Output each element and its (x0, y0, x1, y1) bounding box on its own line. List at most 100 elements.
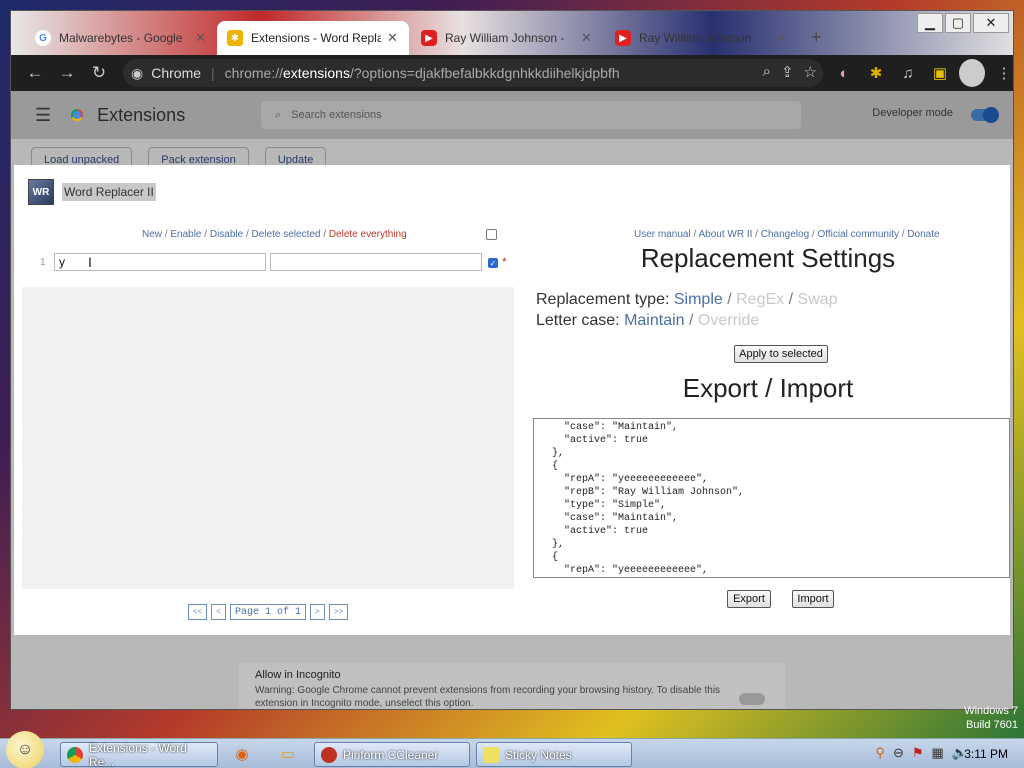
chrome-logo-icon (67, 105, 88, 125)
chrome-logo-icon: ◉ (131, 64, 144, 81)
tab-malwarebytes[interactable]: G Malwarebytes - Google ✕ (25, 21, 217, 55)
next-page-button[interactable]: > (310, 604, 325, 620)
folder-icon[interactable]: ▭ (276, 743, 300, 765)
tab-ray-william-johnson-1[interactable]: ▶ Ray William Johnson - ✕ (411, 21, 603, 55)
taskbar-item-sticky-notes[interactable]: Sticky Notes (476, 742, 632, 767)
rule-number: 1 (40, 257, 46, 268)
export-button[interactable]: Export (727, 590, 771, 608)
user-manual-link[interactable]: User manual (634, 229, 691, 240)
type-swap-option[interactable]: Swap (798, 291, 838, 308)
omnibox-actions: ⌕ ⇪ ☆ (763, 63, 817, 81)
extensions-header: ☰ Extensions ⌕ Search extensions Develop… (11, 91, 1013, 139)
bookmark-star-icon[interactable]: ☆ (804, 63, 817, 81)
clock[interactable]: 3:11 PM (964, 747, 1008, 761)
settings-pane: User manual / About WR II / Changelog / … (526, 217, 1010, 635)
minimize-icon[interactable]: ▁ (917, 13, 943, 33)
prev-page-button[interactable]: < (211, 604, 226, 620)
search-tray-icon[interactable]: ⚲ (875, 745, 885, 761)
minus-tray-icon[interactable]: ⊖ (893, 745, 904, 761)
type-simple-option[interactable]: Simple (674, 291, 723, 308)
url-text: chrome://extensions/?options=djakfbefalb… (224, 65, 620, 81)
browser-toolbar: ← → ↻ ◉ Chrome | chrome://extensions/?op… (11, 55, 1013, 91)
tab-ray-william-johnson-2[interactable]: ▶ Ray William Johnson ✕ (605, 21, 797, 55)
enable-link[interactable]: Enable (170, 229, 201, 240)
tab-extensions[interactable]: ✱ Extensions - Word Repla ✕ (217, 21, 409, 55)
select-all-checkbox[interactable] (486, 229, 497, 240)
omnibox-chip: Chrome (151, 65, 202, 81)
reload-icon[interactable]: ↻ (83, 57, 115, 89)
start-button-icon[interactable]: ☺ (6, 730, 44, 768)
pagination: << < Page 1 of 1 > >> (22, 589, 514, 635)
delete-selected-link[interactable]: Delete selected (252, 229, 321, 240)
options-dialog: WR Word Replacer II New / Enable / Disab… (14, 165, 1010, 635)
donate-link[interactable]: Donate (907, 229, 939, 240)
close-icon[interactable]: ✕ (387, 30, 398, 46)
new-link[interactable]: New (142, 229, 162, 240)
case-override-option[interactable]: Override (698, 312, 759, 329)
back-arrow-icon[interactable]: ← (19, 57, 51, 89)
replacement-settings-heading: Replacement Settings (640, 243, 896, 273)
taskbar: ☺ Extensions - Word Re... ◉ ▭ Piriform C… (0, 730, 1024, 768)
windows-watermark: Windows 7 Build 7601 (964, 705, 1018, 731)
network-tray-icon[interactable]: ▦ (932, 745, 944, 761)
dialog-title: Word Replacer II (62, 183, 156, 201)
tab-label: Ray William Johnson (639, 31, 752, 45)
close-icon[interactable]: ✕ (775, 30, 786, 46)
changelog-link[interactable]: Changelog (761, 229, 809, 240)
letter-case-row: Letter case: Maintain / Override (536, 312, 760, 329)
close-icon[interactable]: ✕ (195, 30, 206, 46)
kebab-menu-icon[interactable]: ⋮ (991, 59, 1013, 87)
letter-case-label: Letter case: (536, 312, 620, 329)
tab-strip: G Malwarebytes - Google ✕ ✱ Extensions -… (11, 11, 1013, 55)
hamburger-menu-icon[interactable]: ☰ (35, 105, 51, 126)
last-page-button[interactable]: >> (328, 604, 349, 620)
allow-incognito-toggle[interactable] (739, 693, 765, 705)
omnibox-divider: | (211, 65, 215, 81)
community-link[interactable]: Official community (817, 229, 899, 240)
profile-avatar-icon[interactable]: ● (959, 59, 985, 87)
json-textarea[interactable]: "case": "Maintain", "active": true }, { … (533, 418, 1010, 578)
delete-everything-link[interactable]: Delete everything (329, 229, 407, 240)
replace-to-input[interactable] (270, 253, 482, 271)
youtube-icon: ▶ (615, 30, 631, 46)
close-icon[interactable]: ✕ (581, 30, 592, 46)
puzzle-icon: ✱ (227, 30, 243, 46)
first-page-button[interactable]: << (187, 604, 208, 620)
new-tab-plus-icon[interactable]: + (811, 27, 822, 48)
side-panel-icon[interactable]: ▣ (927, 59, 953, 87)
forward-arrow-icon[interactable]: → (51, 57, 83, 89)
replace-from-input[interactable]: y (54, 253, 266, 271)
taskbar-item-ccleaner[interactable]: Piriform CCleaner (314, 742, 470, 767)
search-placeholder: Search extensions (291, 109, 382, 121)
developer-mode-toggle[interactable] (971, 107, 999, 123)
apply-to-selected-button[interactable]: Apply to selected (734, 345, 828, 363)
type-regex-option[interactable]: RegEx (736, 291, 784, 308)
taskbar-item-label: Piriform CCleaner (343, 747, 439, 762)
puzzle-extension-icon[interactable]: ✱ (863, 59, 889, 87)
zoom-search-icon[interactable]: ⌕ (763, 63, 771, 81)
extension-icons: ◐ ✱ ♫ ▣ ● ⋮ (831, 59, 1013, 87)
tab-label: Extensions - Word Repla (251, 31, 381, 45)
search-extensions-input[interactable]: ⌕ Search extensions (261, 101, 801, 129)
incognito-warning: Warning: Google Chrome cannot prevent ex… (255, 685, 721, 709)
taskbar-item-chrome[interactable]: Extensions - Word Re... (60, 741, 218, 768)
about-link[interactable]: About WR II (699, 229, 753, 240)
ccleaner-icon (321, 746, 337, 763)
media-queue-icon[interactable]: ♫ (895, 59, 921, 87)
word-replacer-logo-icon: WR (28, 179, 54, 205)
disable-link[interactable]: Disable (210, 229, 243, 240)
google-icon: G (35, 30, 51, 46)
share-icon[interactable]: ⇪ (781, 63, 794, 81)
import-button[interactable]: Import (792, 590, 834, 608)
flag-tray-icon[interactable]: ⚑ (912, 745, 924, 761)
firefox-icon[interactable]: ◉ (230, 743, 254, 765)
close-window-icon[interactable]: ✕ (973, 13, 1009, 33)
tab-label: Ray William Johnson - (445, 31, 565, 45)
dialog-header: WR Word Replacer II (28, 179, 156, 205)
address-bar[interactable]: ◉ Chrome | chrome://extensions/?options=… (123, 59, 823, 87)
flag-extension-icon[interactable]: ◐ (831, 59, 857, 87)
rule-checkbox[interactable]: ✓ (488, 258, 498, 268)
case-maintain-option[interactable]: Maintain (624, 312, 684, 329)
maximize-icon[interactable]: ▢ (945, 13, 971, 33)
taskbar-item-label: Sticky Notes (505, 747, 572, 762)
